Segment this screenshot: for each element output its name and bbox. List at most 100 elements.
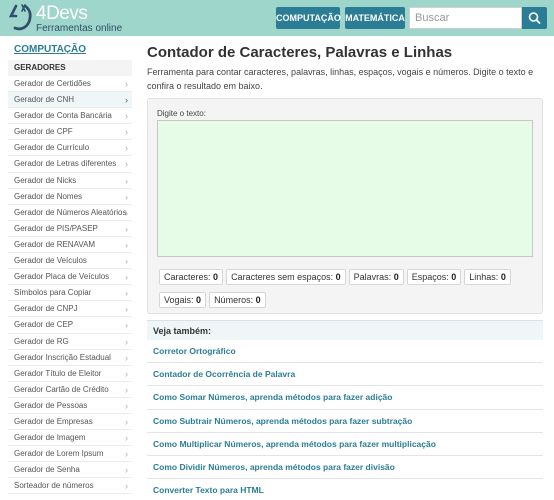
- sidebar-item-label: Gerador de CNH: [14, 95, 75, 105]
- sidebar-item[interactable]: Gerador de PIS/PASEP ›: [8, 221, 132, 237]
- sidebar-item[interactable]: Gerador de Nicks ›: [8, 173, 132, 189]
- sidebar-item-label: Gerador de Imagem: [14, 433, 86, 443]
- chevron-right-icon: ›: [125, 368, 128, 379]
- sidebar: COMPUTAÇÃO GERADORES Gerador de Certidõe…: [8, 44, 132, 495]
- sidebar-item[interactable]: Gerador de Lorem Ipsum ›: [8, 446, 132, 463]
- chevron-right-icon: ›: [125, 159, 128, 170]
- stat-label: Números:: [214, 295, 254, 305]
- sidebar-item[interactable]: Gerador de Veículos ›: [8, 253, 132, 270]
- sidebar-section-title: GERADORES: [8, 60, 132, 76]
- chevron-right-icon: ›: [125, 223, 128, 234]
- stat-badge: Vogais: 0: [159, 292, 207, 308]
- stat-label: Espaços:: [411, 272, 449, 282]
- sidebar-item[interactable]: Gerador de Senha ›: [8, 462, 132, 479]
- stat-value: 0: [500, 272, 506, 282]
- sidebar-item[interactable]: Gerador de Empresas ›: [8, 414, 132, 431]
- search-input[interactable]: [409, 7, 522, 29]
- sidebar-item-label: Gerador de RG: [14, 336, 69, 346]
- sidebar-item[interactable]: Gerador de Números Aleatórios ›: [8, 205, 132, 221]
- stat-label: Caracteres sem espaços:: [231, 272, 334, 282]
- see-also-link[interactable]: Como Multiplicar Números, aprenda método…: [147, 433, 543, 456]
- logo-subtitle: Ferramentas online: [36, 23, 123, 34]
- sidebar-item[interactable]: Gerador Título de Eleitor ›: [8, 366, 132, 382]
- stat-badge: Caracteres: 0: [159, 269, 224, 285]
- sidebar-item-label: Gerador de Lorem Ipsum: [14, 449, 104, 459]
- sidebar-item[interactable]: Gerador de CPF ›: [8, 124, 132, 141]
- sidebar-item[interactable]: Gerador Placa de Veículos ›: [8, 269, 132, 286]
- sidebar-item-label: Gerador Inscrição Estadual: [14, 352, 111, 362]
- sidebar-item-label: Sorteador de números: [14, 481, 94, 491]
- nav-computacao-button[interactable]: COMPUTAÇÃO: [276, 7, 341, 29]
- see-also-link[interactable]: Corretor Ortográfico: [147, 340, 543, 364]
- see-also-link[interactable]: Como Dividir Números, aprenda métodos pa…: [147, 456, 543, 480]
- counter-tool-box: Digite o texto: Caracteres: 0 Caracteres …: [147, 98, 543, 314]
- chevron-right-icon: ›: [125, 465, 128, 476]
- sidebar-heading-link[interactable]: COMPUTAÇÃO: [8, 44, 132, 58]
- site-logo[interactable]: 4Devs Ferramentas online: [8, 2, 122, 34]
- chevron-right-icon: ›: [125, 336, 128, 347]
- chevron-right-icon: ›: [125, 320, 128, 331]
- sidebar-item[interactable]: Gerador de Certidões ›: [8, 76, 132, 93]
- sidebar-item-label: Gerador de Currículo: [14, 143, 90, 153]
- site-header: 4Devs Ferramentas online COMPUTAÇÃO MATE…: [0, 0, 554, 36]
- chevron-right-icon: ›: [125, 481, 128, 492]
- sidebar-item[interactable]: Gerador de Nomes ›: [8, 189, 132, 205]
- sidebar-item-label: Gerador Cartão de Crédito: [14, 384, 109, 394]
- see-also-link[interactable]: Converter Texto para HTML: [147, 479, 543, 500]
- sidebar-item-label: Gerador de Senha: [14, 465, 80, 475]
- sidebar-item[interactable]: Gerador de RENAVAM ›: [8, 237, 132, 254]
- chevron-right-icon: ›: [125, 384, 128, 395]
- sidebar-item-label: Gerador de Veículos: [14, 256, 87, 266]
- sidebar-item[interactable]: Gerador de CEP ›: [8, 317, 132, 334]
- chevron-right-icon: ›: [125, 433, 128, 444]
- sidebar-item[interactable]: Gerador de Imagem ›: [8, 430, 132, 447]
- chevron-right-icon: ›: [125, 256, 128, 267]
- stat-value: 0: [213, 272, 219, 282]
- sidebar-item[interactable]: Sorteador de números ›: [8, 478, 132, 495]
- see-also-link[interactable]: Como Somar Números, aprenda métodos para…: [147, 386, 543, 410]
- sidebar-item-label: Gerador de CNPJ: [14, 304, 78, 314]
- chevron-right-icon: ›: [125, 143, 128, 154]
- sidebar-item[interactable]: Gerador de Conta Bancária ›: [8, 108, 132, 125]
- sidebar-item[interactable]: Gerador de RG ›: [8, 334, 132, 350]
- stat-value: 0: [451, 272, 457, 282]
- search-button[interactable]: [522, 7, 547, 29]
- chevron-right-icon: ›: [125, 449, 128, 460]
- stat-value: 0: [335, 272, 341, 282]
- stat-badge: Espaços: 0: [406, 269, 462, 285]
- chevron-right-icon: ›: [125, 111, 128, 122]
- stat-badge: Caracteres sem espaços: 0: [226, 269, 346, 285]
- chevron-right-icon: ›: [125, 272, 128, 283]
- sidebar-item[interactable]: Gerador de Letras diferentes ›: [8, 156, 132, 173]
- nav-matematica-button[interactable]: MATEMÁTICA: [345, 7, 405, 29]
- sidebar-item-label: Gerador Título de Eleitor: [14, 368, 102, 378]
- chevron-right-icon: ›: [125, 175, 128, 186]
- sidebar-item-label: Gerador de PIS/PASEP: [14, 223, 98, 233]
- text-input-area[interactable]: [157, 120, 533, 257]
- see-also-link[interactable]: Contador de Ocorrência de Palavra: [147, 363, 543, 387]
- sidebar-item[interactable]: Gerador de CNH ›: [8, 92, 132, 109]
- sidebar-item-label: Gerador Placa de Veículos: [14, 272, 110, 282]
- sidebar-item-label: Gerador de Nicks: [14, 175, 77, 185]
- sidebar-list: Gerador de Certidões › Gerador de CNH › Gera…: [8, 76, 132, 495]
- stat-value: 0: [393, 272, 399, 282]
- sidebar-item[interactable]: Símbolos para Copiar ›: [8, 285, 132, 302]
- sidebar-item[interactable]: Gerador de Currículo ›: [8, 140, 132, 157]
- chevron-right-icon: ›: [125, 191, 128, 202]
- sidebar-item[interactable]: Gerador Cartão de Crédito ›: [8, 382, 132, 398]
- sidebar-item[interactable]: Gerador de CNPJ ›: [8, 301, 132, 318]
- sidebar-item-label: Símbolos para Copiar: [14, 288, 92, 298]
- sidebar-item-label: Gerador de CPF: [14, 127, 73, 137]
- sidebar-item-label: Gerador de Certidões: [14, 79, 91, 88]
- sidebar-item[interactable]: Gerador Inscrição Estadual ›: [8, 350, 132, 366]
- see-also-link[interactable]: Como Subtrair Números, aprenda métodos p…: [147, 410, 543, 433]
- stat-label: Vogais:: [164, 295, 194, 305]
- chevron-right-icon: ›: [125, 239, 128, 250]
- search-icon: [528, 12, 541, 24]
- stat-badge: Linhas: 0: [464, 269, 511, 285]
- sidebar-item[interactable]: Gerador de Pessoas ›: [8, 398, 132, 414]
- logo-title: 4Devs: [36, 3, 88, 24]
- chevron-right-icon: ›: [125, 95, 128, 106]
- text-input-label: Digite o texto:: [157, 109, 206, 118]
- sidebar-item-label: Gerador de Pessoas: [14, 400, 88, 410]
